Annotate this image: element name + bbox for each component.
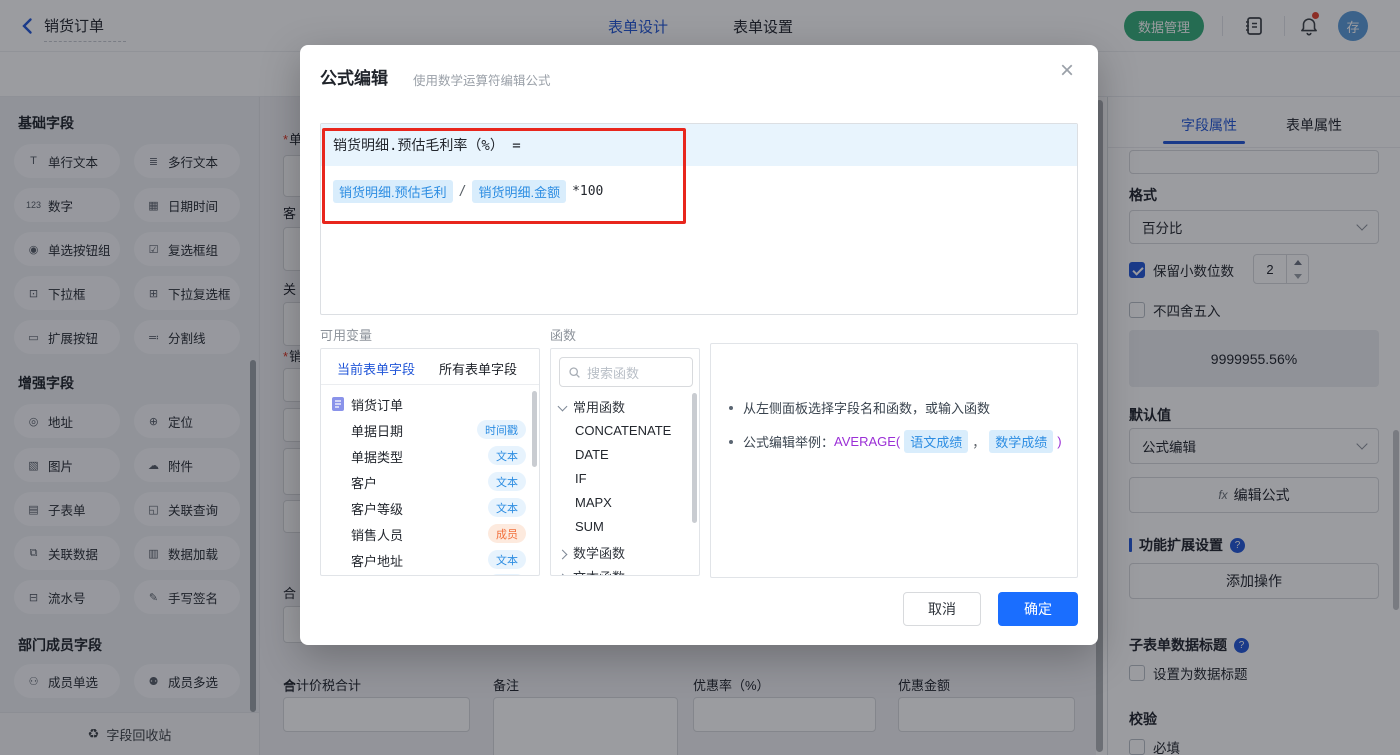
variable-row[interactable]: 客户地址 文本	[321, 549, 539, 573]
tree-root-label: 销货订单	[351, 398, 404, 413]
type-badge: 成员	[488, 524, 526, 543]
close-icon[interactable]: ×	[1060, 59, 1074, 83]
formula-editor-dialog: 公式编辑 使用数学运算符编辑公式 × 销货明细.预估毛利率（%） = 销货明细.…	[300, 45, 1098, 645]
variable-name: 单据日期	[351, 424, 404, 439]
tab-all-form-fields[interactable]: 所有表单字段	[439, 359, 517, 378]
function-item[interactable]: CONCATENATE	[575, 423, 671, 438]
variable-name: 销售人员	[351, 528, 404, 543]
type-badge: 文本	[488, 498, 526, 517]
variable-row[interactable]: 单据日期 时间戳	[321, 419, 539, 443]
chevron-right-icon	[557, 549, 568, 560]
variable-row-clipped[interactable]: 文本	[321, 573, 539, 575]
type-badge: 文本	[488, 446, 526, 465]
tip-example-line: 公式编辑举例： AVERAGE( 语文成绩 ， 数学成绩 )	[729, 430, 1062, 453]
variable-row[interactable]: 单据类型 文本	[321, 445, 539, 469]
functions-label: 函数	[550, 328, 577, 343]
bullet-icon	[729, 439, 733, 444]
function-search-input[interactable]: 搜索函数	[559, 357, 693, 387]
tip-text: 从左侧面板选择字段名和函数，或输入函数	[743, 401, 991, 416]
variable-row[interactable]: 销售人员 成员	[321, 523, 539, 547]
dialog-title: 公式编辑	[320, 69, 388, 88]
tree-root-row[interactable]: 销货订单	[321, 393, 539, 417]
field-token[interactable]: 销货明细.金额	[472, 180, 567, 203]
type-badge: 文本	[488, 574, 526, 575]
app: 销货订单 表单设计 表单设置 数据管理 存 ⚭ 表单外链 ⧈ 后端脚本 ▥ 数据…	[0, 0, 1400, 755]
variable-name: 客户	[351, 476, 378, 491]
functions-panel: 搜索函数 常用函数 CONCATENATE DATE IF MAPX SUM 数…	[550, 348, 700, 576]
variable-row[interactable]: 客户等级 文本	[321, 497, 539, 521]
bullet-icon	[729, 405, 733, 410]
function-group-text[interactable]: 文本函数	[557, 567, 625, 575]
tips-panel: 从左侧面板选择字段名和函数，或输入函数 公式编辑举例： AVERAGE( 语文成…	[710, 343, 1078, 578]
variable-name: 客户等级	[351, 502, 404, 517]
function-item[interactable]: IF	[575, 471, 587, 486]
group-label: 常用函数	[573, 400, 626, 415]
group-label: 文本函数	[573, 570, 625, 575]
function-group-math[interactable]: 数学函数	[557, 543, 626, 562]
example-field-chip: 数学成绩	[989, 430, 1054, 453]
chevron-down-icon	[557, 401, 568, 412]
formula-expression: 销货明细.预估毛利 / 销货明细.金额 *100	[333, 180, 603, 203]
variable-name: 客户地址	[351, 554, 404, 569]
search-icon	[569, 366, 580, 378]
formula-tail: *100	[572, 184, 604, 199]
example-function-close: )	[1057, 434, 1062, 449]
variables-label: 可用变量	[320, 328, 373, 343]
cancel-button[interactable]: 取消	[903, 592, 981, 626]
type-badge: 文本	[488, 472, 526, 491]
function-item[interactable]: SUM	[575, 519, 604, 534]
type-badge: 文本	[488, 550, 526, 569]
formula-target-line: 销货明细.预估毛利率（%） =	[321, 124, 1077, 166]
function-group-common[interactable]: 常用函数	[557, 397, 626, 416]
functions-scrollbar[interactable]	[692, 393, 697, 523]
search-placeholder: 搜索函数	[587, 365, 640, 381]
variables-panel: 当前表单字段 所有表单字段 销货订单 单据日期 时间戳 单据类型 文本 客户 文本 客…	[320, 348, 540, 576]
form-doc-icon	[332, 397, 344, 411]
function-item[interactable]: MAPX	[575, 495, 612, 510]
tip-text: 公式编辑举例：	[743, 435, 835, 450]
tip-line: 从左侧面板选择字段名和函数，或输入函数	[729, 398, 990, 417]
example-separator: ，	[972, 435, 986, 450]
example-field-chip: 语文成绩	[904, 430, 969, 453]
operator: /	[458, 184, 467, 199]
chevron-right-icon	[557, 573, 568, 575]
variable-row[interactable]: 客户 文本	[321, 471, 539, 495]
tab-current-form-fields[interactable]: 当前表单字段	[337, 359, 415, 378]
formula-editor-area[interactable]: 销货明细.预估毛利率（%） = 销货明细.预估毛利 / 销货明细.金额 *100	[320, 123, 1078, 315]
confirm-button[interactable]: 确定	[998, 592, 1078, 626]
dialog-subtitle: 使用数学运算符编辑公式	[413, 74, 551, 88]
type-badge: 时间戳	[477, 420, 526, 439]
group-label: 数学函数	[573, 546, 626, 561]
example-function: AVERAGE(	[834, 434, 901, 449]
variables-scrollbar[interactable]	[532, 391, 537, 467]
function-item[interactable]: DATE	[575, 447, 609, 462]
variable-name: 单据类型	[351, 450, 404, 465]
field-token[interactable]: 销货明细.预估毛利	[333, 180, 453, 203]
